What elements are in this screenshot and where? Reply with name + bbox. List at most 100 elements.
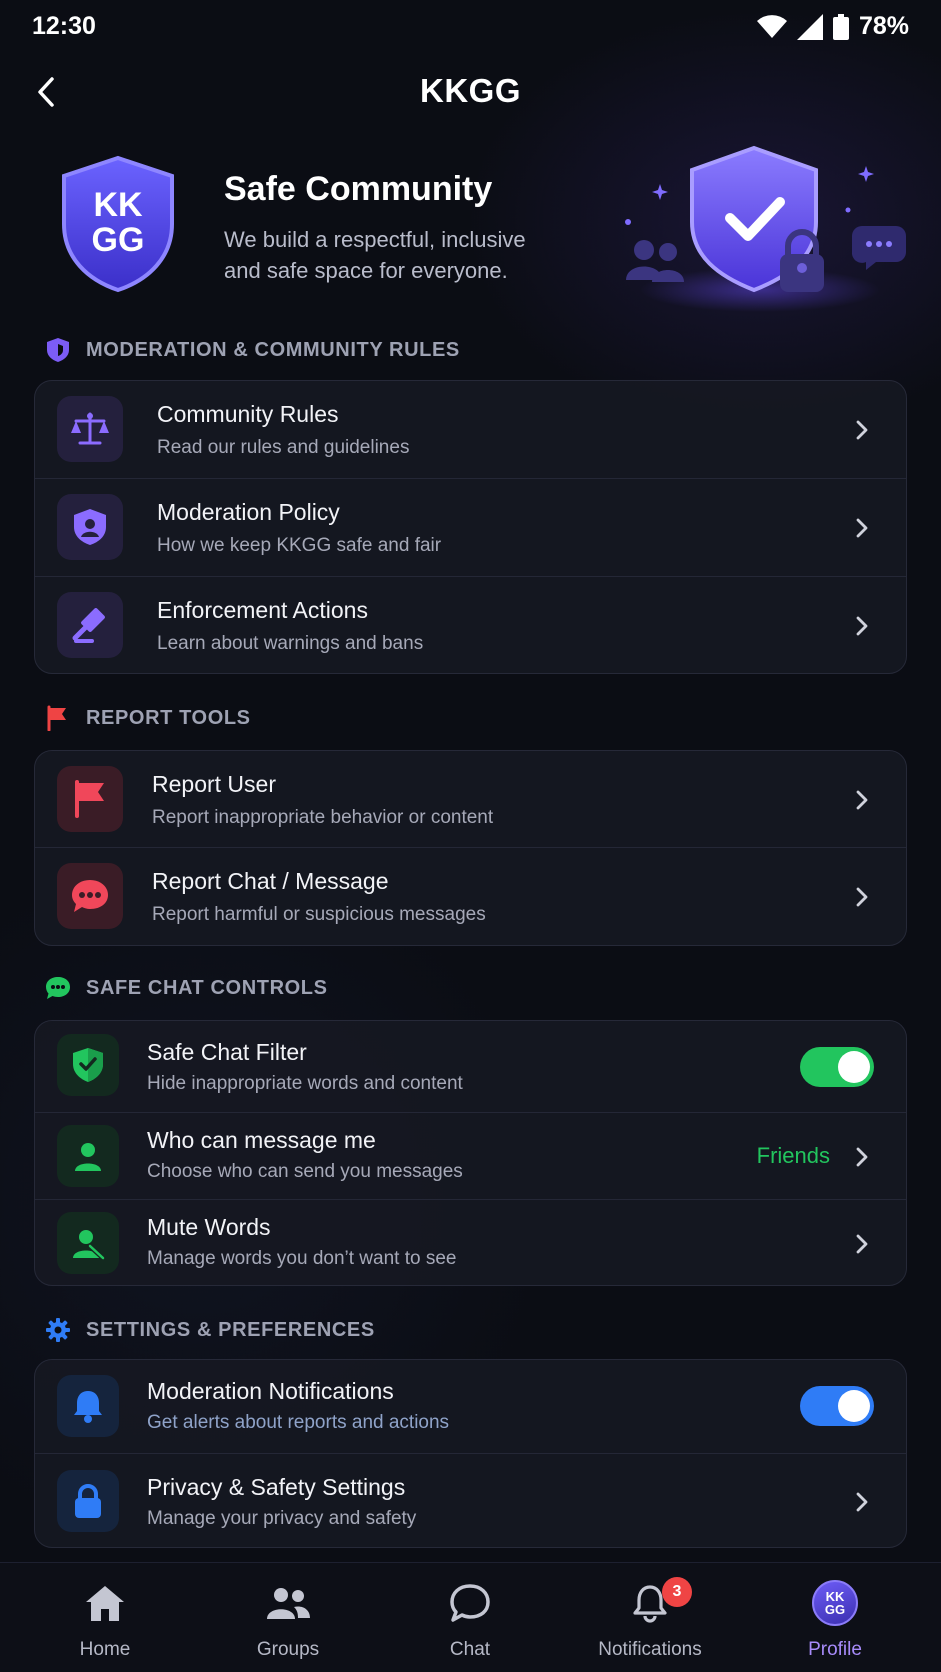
section-title-report: REPORT TOOLS xyxy=(86,706,251,729)
nav-label-groups: Groups xyxy=(256,1639,320,1660)
row-title: Privacy & Safety Settings xyxy=(147,1474,406,1500)
section-title-settings: SETTINGS & PREFERENCES xyxy=(86,1318,375,1341)
list-item-moderation-notifications: Moderation Notifications Get alerts abou… xyxy=(35,1360,906,1454)
row-subtitle: Report inappropriate behavior or content xyxy=(152,807,494,828)
row-title: Mute Words xyxy=(147,1214,271,1240)
safety-illustration xyxy=(620,140,920,320)
list-item-enforcement-actions[interactable]: Enforcement Actions Learn about warnings… xyxy=(35,577,906,673)
row-subtitle: Hide inappropriate words and content xyxy=(147,1073,463,1094)
list-item-privacy-safety[interactable]: Privacy & Safety Settings Manage your pr… xyxy=(35,1454,906,1547)
nav-label-notifications: Notifications xyxy=(598,1639,702,1660)
chevron-right-icon xyxy=(850,1145,874,1169)
list-item-community-rules[interactable]: Community Rules Read our rules and guide… xyxy=(35,381,906,479)
bell-icon xyxy=(57,1375,119,1437)
shield-check-icon xyxy=(57,1034,119,1096)
toggle-knob xyxy=(838,1051,870,1083)
row-title: Enforcement Actions xyxy=(157,597,368,623)
status-icons: 78% xyxy=(756,12,909,41)
message-permission-value: Friends xyxy=(756,1143,830,1168)
section-header-settings: SETTINGS & PREFERENCES xyxy=(44,1316,375,1344)
nav-profile[interactable]: KK GG Profile xyxy=(741,1563,929,1672)
row-subtitle: Learn about warnings and bans xyxy=(157,633,424,654)
gear-icon xyxy=(44,1316,72,1344)
nav-label-profile: Profile xyxy=(808,1639,862,1660)
list-item-who-can-message[interactable]: Who can message me Choose who can send y… xyxy=(35,1113,906,1200)
app-header: KKGG xyxy=(0,62,941,122)
nav-notifications[interactable]: 3 Notifications xyxy=(556,1563,744,1672)
chat-icon xyxy=(446,1581,494,1625)
row-title: Report Chat / Message xyxy=(152,868,389,894)
moderation-notifications-toggle[interactable] xyxy=(800,1386,874,1426)
signal-icon xyxy=(796,13,823,40)
flag-icon xyxy=(44,704,72,732)
chevron-right-icon xyxy=(850,1490,874,1514)
chat-icon xyxy=(44,974,72,1002)
list-item-report-chat[interactable]: Report Chat / Message Report harmful or … xyxy=(35,848,906,945)
kkgg-shield-logo: KK GG xyxy=(56,154,180,294)
nav-label-chat: Chat xyxy=(449,1639,491,1660)
row-title: Moderation Policy xyxy=(157,499,340,525)
avatar-initials: KK GG xyxy=(825,1590,845,1616)
nav-label-home: Home xyxy=(79,1639,131,1660)
page-title: KKGG xyxy=(420,72,521,109)
user-mute-icon xyxy=(57,1212,119,1274)
list-item-moderation-policy[interactable]: Moderation Policy How we keep KKGG safe … xyxy=(35,479,906,577)
list-item-report-user[interactable]: Report User Report inappropriate behavio… xyxy=(35,751,906,848)
scale-icon xyxy=(57,396,123,462)
safe-chat-card: Safe Chat Filter Hide inappropriate word… xyxy=(34,1020,907,1286)
logo-text-top: KK xyxy=(93,186,143,224)
list-item-safe-chat-filter: Safe Chat Filter Hide inappropriate word… xyxy=(35,1021,906,1113)
row-title: Moderation Notifications xyxy=(147,1378,394,1404)
groups-icon xyxy=(264,1581,312,1625)
notification-badge: 3 xyxy=(662,1577,692,1607)
hero-title: Safe Community xyxy=(224,170,493,208)
section-title-moderation: MODERATION & COMMUNITY RULES xyxy=(86,338,460,361)
chevron-right-icon xyxy=(850,418,874,442)
shield-user-icon xyxy=(57,494,123,560)
row-title: Who can message me xyxy=(147,1127,376,1153)
row-subtitle: Manage your privacy and safety xyxy=(147,1508,417,1529)
lock-icon xyxy=(57,1470,119,1532)
bottom-navigation: Home Groups Chat 3 Notifications KK GG Pr… xyxy=(0,1562,941,1672)
moderation-card: Community Rules Read our rules and guide… xyxy=(34,380,907,674)
status-bar: 12:30 78% xyxy=(0,0,941,54)
logo-text-bottom: GG xyxy=(92,221,145,259)
section-header-moderation: MODERATION & COMMUNITY RULES xyxy=(44,336,460,364)
row-subtitle: How we keep KKGG safe and fair xyxy=(157,535,442,556)
row-subtitle: Manage words you don’t want to see xyxy=(147,1248,457,1269)
row-title: Safe Chat Filter xyxy=(147,1039,307,1065)
nav-home[interactable]: Home xyxy=(11,1563,199,1672)
report-card: Report User Report inappropriate behavio… xyxy=(34,750,907,946)
wifi-icon xyxy=(756,14,787,38)
hero-description: We build a respectful, inclusive and saf… xyxy=(224,227,526,283)
safe-chat-filter-toggle[interactable] xyxy=(800,1047,874,1087)
toggle-knob xyxy=(838,1390,870,1422)
nav-groups[interactable]: Groups xyxy=(194,1563,382,1672)
chevron-right-icon xyxy=(850,788,874,812)
list-item-mute-words[interactable]: Mute Words Manage words you don’t want t… xyxy=(35,1200,906,1285)
shield-icon xyxy=(44,336,72,364)
user-icon xyxy=(57,1125,119,1187)
battery-icon xyxy=(832,13,849,40)
nav-chat[interactable]: Chat xyxy=(376,1563,564,1672)
row-subtitle: Read our rules and guidelines xyxy=(157,437,410,458)
hero-banner: KK GG Safe Community We build a respectf… xyxy=(0,140,941,320)
flag-icon xyxy=(57,766,123,832)
row-subtitle: Report harmful or suspicious messages xyxy=(152,904,486,925)
row-subtitle: Choose who can send you messages xyxy=(147,1161,463,1182)
chevron-right-icon xyxy=(850,885,874,909)
section-title-safe-chat: SAFE CHAT CONTROLS xyxy=(86,976,328,999)
section-header-report: REPORT TOOLS xyxy=(44,704,251,732)
chevron-right-icon xyxy=(850,1232,874,1256)
avatar: KK GG xyxy=(812,1580,858,1626)
row-title: Report User xyxy=(152,771,276,797)
row-subtitle: Get alerts about reports and actions xyxy=(147,1412,450,1433)
chevron-right-icon xyxy=(850,516,874,540)
chat-bubble-icon xyxy=(57,863,123,929)
home-icon xyxy=(81,1581,129,1625)
avatar-text-bottom: GG xyxy=(824,1602,846,1617)
settings-card: Moderation Notifications Get alerts abou… xyxy=(34,1359,907,1548)
chevron-right-icon xyxy=(850,614,874,638)
gavel-icon xyxy=(57,592,123,658)
section-header-safe-chat: SAFE CHAT CONTROLS xyxy=(44,974,328,1002)
